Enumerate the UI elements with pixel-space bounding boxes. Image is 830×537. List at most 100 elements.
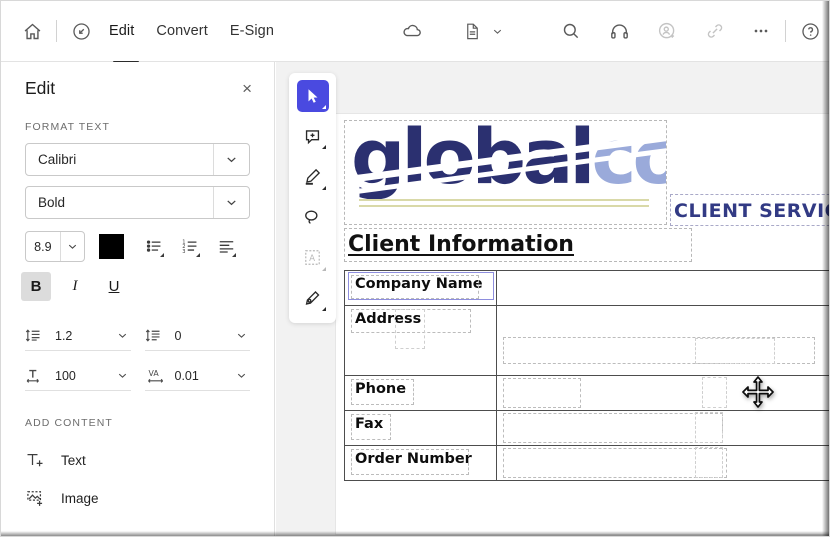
- client-service-text: CLIENT SERVICE: [674, 200, 829, 222]
- font-family-value: Calibri: [38, 152, 77, 167]
- pdf-page[interactable]: globalcorp CLIENT SERVICE Client Informa…: [336, 114, 829, 534]
- edit-panel: Edit × FORMAT TEXT Calibri Bold 8.9 1 2 …: [1, 62, 275, 536]
- add-comment-tool[interactable]: [297, 121, 329, 153]
- link-icon[interactable]: [698, 14, 732, 48]
- table-row[interactable]: Address: [344, 305, 829, 376]
- selected-text-field[interactable]: [348, 272, 494, 300]
- menu-edit[interactable]: Edit: [98, 11, 145, 51]
- headphones-icon[interactable]: [602, 14, 636, 48]
- add-text-button[interactable]: Text: [25, 441, 250, 479]
- select-tool[interactable]: [296, 80, 329, 112]
- underline-button[interactable]: U: [99, 272, 129, 301]
- chevron-down-icon[interactable]: [235, 329, 250, 342]
- cell-order-number-label[interactable]: Order Number: [344, 445, 497, 481]
- bold-button[interactable]: B: [21, 272, 51, 301]
- top-toolbar: Edit Convert E-Sign: [1, 1, 829, 62]
- horizontal-scale-value: 100: [55, 368, 76, 383]
- text-align-icon[interactable]: [214, 233, 239, 260]
- logo-accent-lines: [359, 199, 649, 211]
- annotate-circle-icon[interactable]: [64, 14, 98, 48]
- toolbar-divider: [56, 20, 57, 42]
- character-spacing-control[interactable]: VA 0.01: [144, 361, 250, 391]
- editable-region-outline: [351, 379, 414, 405]
- highlight-tool[interactable]: [297, 161, 329, 193]
- editable-region-outline: [351, 414, 391, 440]
- chevron-down-icon[interactable]: [116, 369, 131, 382]
- numbered-list-icon[interactable]: 1 2 3: [178, 233, 203, 260]
- move-cursor: [742, 376, 774, 408]
- cell-order-number-value[interactable]: [496, 445, 829, 481]
- svg-text:A: A: [309, 254, 315, 264]
- chevron-down-icon[interactable]: [235, 369, 250, 382]
- search-icon[interactable]: [554, 14, 588, 48]
- font-color-swatch[interactable]: [98, 234, 124, 259]
- page-title: Client Information: [348, 232, 574, 257]
- line-spacing-control[interactable]: 1.2: [25, 321, 131, 351]
- cloud-icon[interactable]: [395, 14, 429, 48]
- svg-text:3: 3: [182, 249, 185, 255]
- add-image-icon: [25, 488, 47, 508]
- editable-region-outline: [351, 449, 469, 475]
- editable-region-outline: [695, 412, 723, 443]
- document-canvas[interactable]: globalcorp CLIENT SERVICE Client Informa…: [276, 62, 829, 536]
- editable-region-outline: [695, 338, 775, 364]
- table-row[interactable]: Order Number: [344, 445, 829, 481]
- add-image-button[interactable]: Image: [25, 479, 250, 517]
- editable-region-outline: [503, 378, 581, 408]
- horizontal-scale-control[interactable]: 100: [25, 361, 131, 391]
- font-family-select[interactable]: Calibri: [25, 143, 250, 176]
- editable-region-outline: [695, 447, 723, 478]
- cell-company-name-value[interactable]: [496, 270, 829, 306]
- cell-phone-value[interactable]: [496, 375, 829, 411]
- cell-address-label[interactable]: Address: [344, 305, 497, 376]
- panel-title: Edit: [25, 78, 56, 98]
- sign-tool[interactable]: [297, 283, 329, 315]
- horizontal-scale-icon: [25, 367, 51, 384]
- add-person-icon[interactable]: [650, 14, 684, 48]
- character-spacing-value: 0.01: [174, 368, 199, 383]
- paragraph-spacing-value: 0: [174, 328, 182, 343]
- add-image-label: Image: [61, 490, 99, 506]
- font-size-value: 8.9: [34, 239, 52, 254]
- line-spacing-value: 1.2: [55, 328, 73, 343]
- add-text-icon: [25, 450, 47, 470]
- menu-esign[interactable]: E-Sign: [219, 11, 285, 51]
- chevron-down-icon[interactable]: [116, 329, 131, 342]
- close-icon[interactable]: ×: [242, 80, 252, 97]
- cell-fax-value[interactable]: [496, 410, 829, 446]
- logo-accent-line: [359, 205, 649, 207]
- chevron-down-icon[interactable]: [213, 144, 249, 175]
- font-style-value: Bold: [38, 195, 66, 210]
- table-row[interactable]: Fax: [344, 410, 829, 446]
- panel-header: Edit ×: [1, 62, 274, 99]
- cell-fax-label[interactable]: Fax: [344, 410, 497, 446]
- bulleted-list-icon[interactable]: [142, 233, 167, 260]
- chevron-down-icon[interactable]: [491, 25, 504, 38]
- more-options-icon[interactable]: [744, 14, 778, 48]
- paragraph-spacing-icon: [145, 327, 171, 344]
- cell-address-value[interactable]: [496, 305, 829, 376]
- table-row[interactable]: Company Name: [344, 270, 829, 306]
- text-select-tool[interactable]: A: [297, 242, 329, 274]
- font-size-select[interactable]: 8.9: [25, 231, 85, 262]
- company-logo: globalcorp: [351, 125, 666, 223]
- help-icon[interactable]: [793, 14, 827, 48]
- italic-button[interactable]: I: [60, 272, 90, 301]
- menu-convert[interactable]: Convert: [145, 11, 218, 51]
- logo-accent-line: [359, 199, 649, 201]
- font-style-select[interactable]: Bold: [25, 186, 250, 219]
- editable-region-outline: [702, 377, 727, 408]
- document-icon[interactable]: [455, 14, 489, 48]
- tool-rail: A: [289, 73, 336, 323]
- cell-phone-label[interactable]: Phone: [344, 375, 497, 411]
- chevron-down-icon[interactable]: [213, 187, 249, 218]
- paragraph-spacing-control[interactable]: 0: [144, 321, 250, 351]
- logo-region[interactable]: globalcorp: [344, 120, 667, 225]
- editable-region-outline: [503, 448, 727, 478]
- cell-company-name-label[interactable]: Company Name: [344, 270, 497, 306]
- home-icon[interactable]: [15, 14, 49, 48]
- format-text-label: FORMAT TEXT: [25, 121, 111, 133]
- character-spacing-icon: VA: [145, 367, 171, 384]
- chevron-down-icon[interactable]: [59, 232, 84, 261]
- draw-lasso-tool[interactable]: [297, 202, 329, 234]
